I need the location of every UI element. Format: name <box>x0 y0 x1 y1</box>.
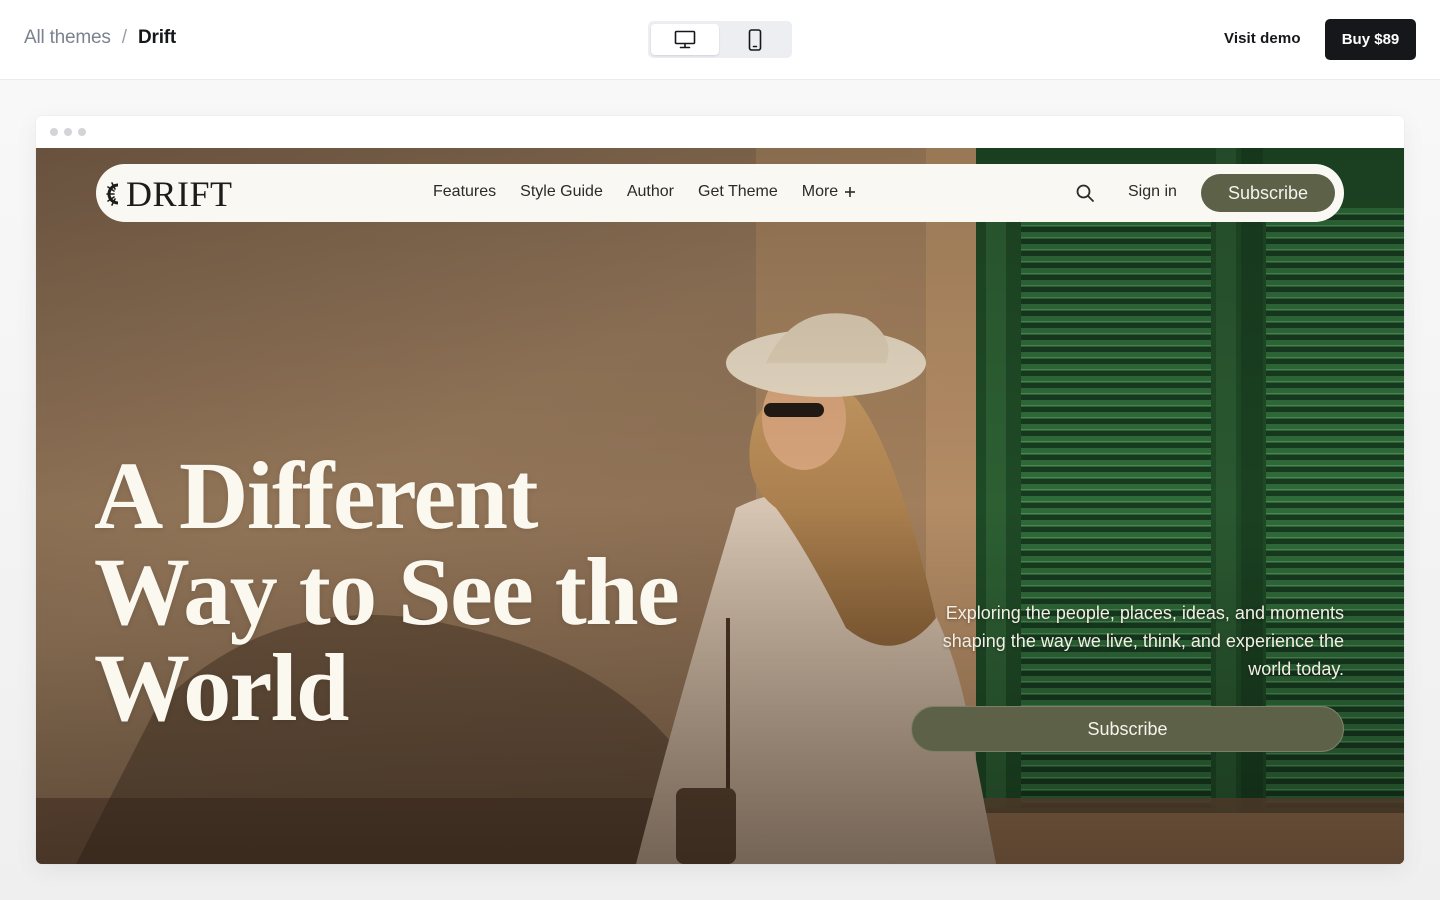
preview-frame: DRIFT Features Style Guide Author Get Th… <box>36 116 1404 864</box>
hero-section: DRIFT Features Style Guide Author Get Th… <box>36 148 1404 864</box>
nav-subscribe-button[interactable]: Subscribe <box>1201 174 1335 212</box>
nav-item-author[interactable]: Author <box>627 183 674 201</box>
device-switch <box>648 21 792 58</box>
nav-item-get-theme[interactable]: Get Theme <box>698 183 778 201</box>
hero-headline-line: World <box>94 634 349 741</box>
buy-button[interactable]: Buy $89 <box>1325 19 1416 60</box>
site-logo-text: DRIFT <box>126 174 233 214</box>
search-icon[interactable] <box>1075 183 1095 203</box>
window-dot <box>50 128 58 136</box>
visit-demo-link[interactable]: Visit demo <box>1224 30 1301 47</box>
hero-subscribe-button[interactable]: Subscribe <box>911 706 1344 752</box>
breadcrumb-current: Drift <box>137 27 177 48</box>
breadcrumb-all-themes-link[interactable]: All themes <box>24 27 111 49</box>
top-bar: All themes / Drift Visit demo Buy $89 <box>0 0 1440 80</box>
sign-in-link[interactable]: Sign in <box>1128 183 1177 201</box>
plus-icon <box>845 187 856 197</box>
window-dot <box>78 128 86 136</box>
nav-item-more[interactable]: More <box>802 183 856 201</box>
hero-headline: A Different Way to See the World <box>94 448 794 736</box>
mobile-icon <box>748 28 762 51</box>
desktop-view-button[interactable] <box>651 24 719 55</box>
site-nav: DRIFT Features Style Guide Author Get Th… <box>96 164 1344 222</box>
window-dot <box>64 128 72 136</box>
desktop-icon <box>674 30 696 48</box>
site-logo[interactable]: DRIFT <box>106 176 233 212</box>
hero-headline-line: Way to See the <box>94 538 680 645</box>
nav-item-more-label: More <box>801 183 839 200</box>
mobile-view-button[interactable] <box>721 24 789 55</box>
browser-chrome-bar <box>36 116 1404 148</box>
breadcrumb-separator: / <box>121 27 127 48</box>
nav-item-style-guide[interactable]: Style Guide <box>520 183 603 201</box>
nav-item-features[interactable]: Features <box>433 183 496 201</box>
site-nav-links: Features Style Guide Author Get Theme Mo… <box>433 183 856 201</box>
hero-tagline: Exploring the people, places, ideas, and… <box>942 603 1344 679</box>
breadcrumb: All themes / Drift <box>24 27 176 49</box>
hero-headline-line: A Different <box>94 442 538 549</box>
sun-logo-icon <box>106 182 119 206</box>
